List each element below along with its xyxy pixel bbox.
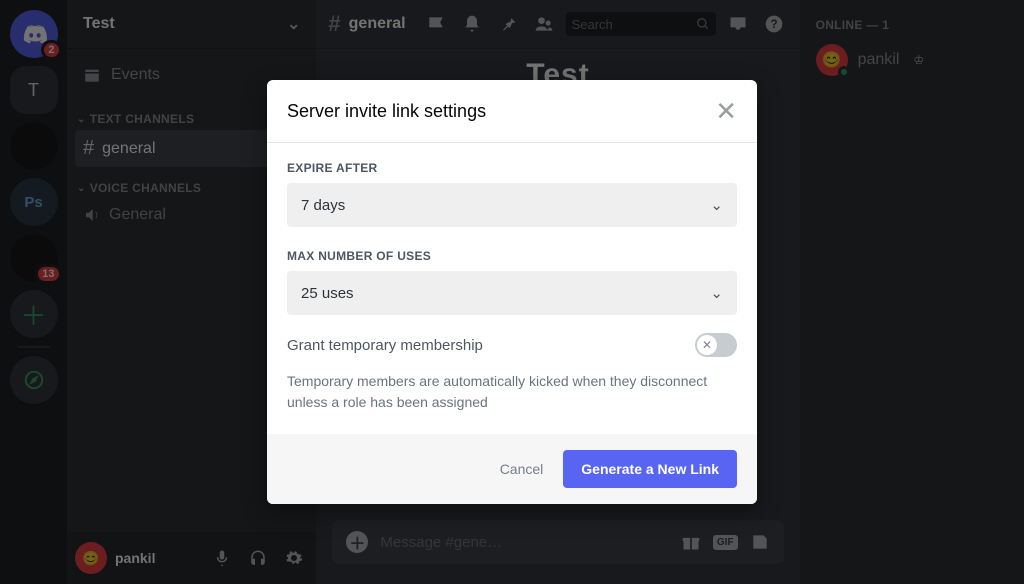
toggle-knob: ✕ (697, 335, 717, 355)
expire-value: 7 days (301, 197, 345, 214)
uses-value: 25 uses (301, 285, 354, 302)
modal-title: Server invite link settings (287, 101, 486, 122)
expire-select[interactable]: 7 days ⌄ (287, 183, 737, 227)
cancel-button[interactable]: Cancel (500, 461, 544, 477)
invite-settings-modal: Server invite link settings ✕ EXPIRE AFT… (267, 80, 757, 504)
temporary-help-text: Temporary members are automatically kick… (287, 371, 737, 412)
chevron-down-icon: ⌄ (710, 196, 723, 214)
temporary-membership-toggle[interactable]: ✕ (695, 333, 737, 357)
uses-label: MAX NUMBER OF USES (287, 249, 737, 263)
close-icon: ✕ (715, 96, 737, 126)
chevron-down-icon: ⌄ (710, 284, 723, 302)
expire-label: EXPIRE AFTER (287, 161, 737, 175)
uses-select[interactable]: 25 uses ⌄ (287, 271, 737, 315)
modal-backdrop[interactable]: Server invite link settings ✕ EXPIRE AFT… (0, 0, 1024, 584)
close-button[interactable]: ✕ (715, 98, 737, 124)
temporary-membership-label: Grant temporary membership (287, 337, 483, 354)
generate-link-button[interactable]: Generate a New Link (563, 450, 737, 488)
